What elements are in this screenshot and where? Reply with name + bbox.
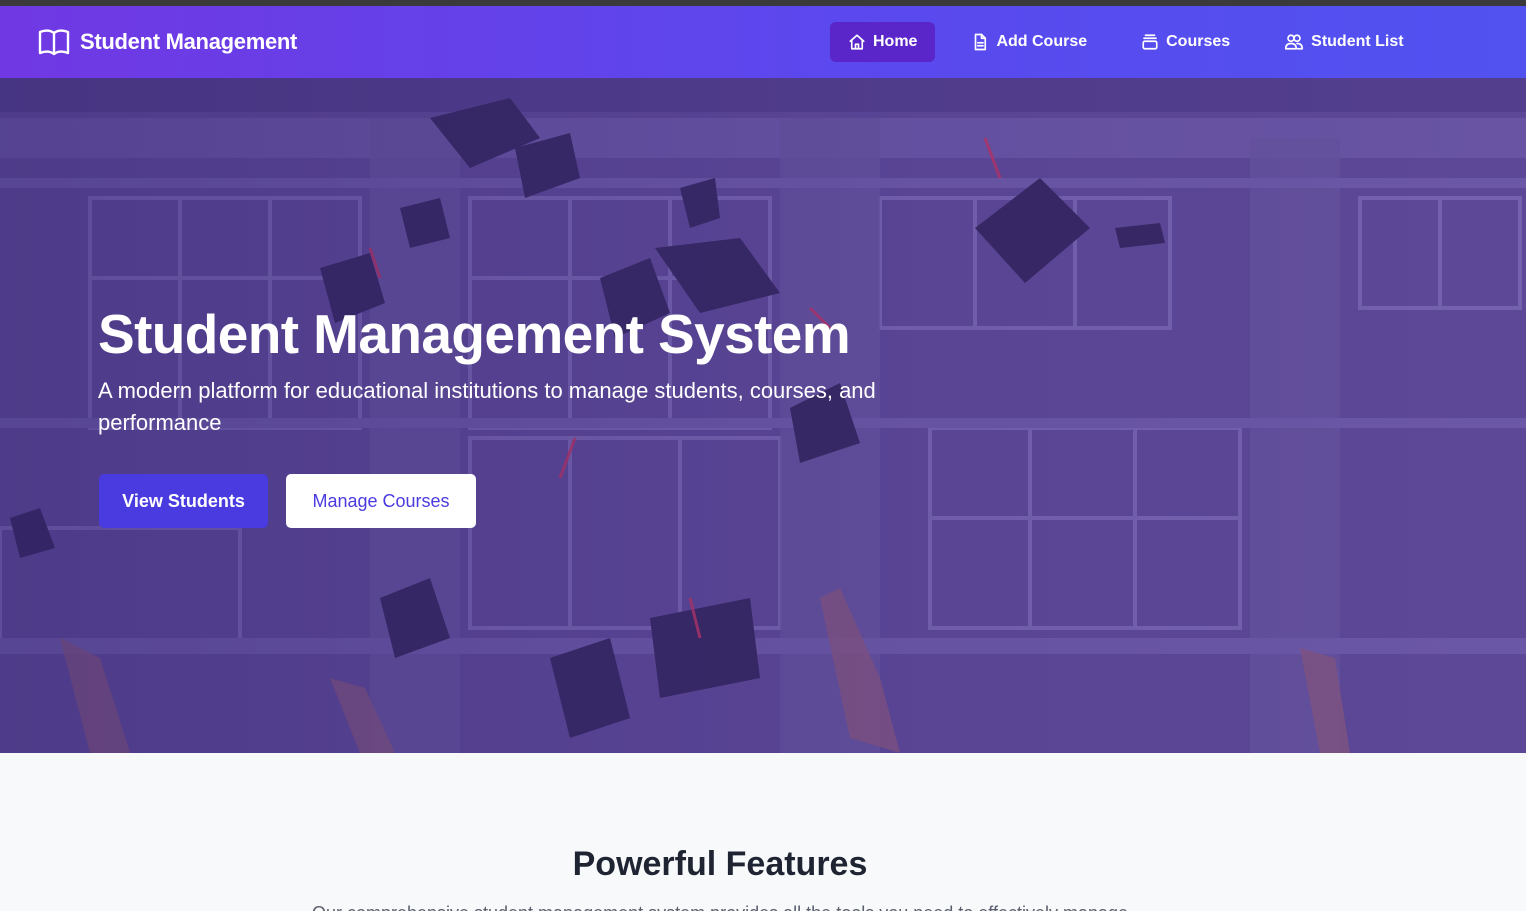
users-icon (1284, 33, 1304, 51)
brand-title: Student Management (80, 29, 298, 54)
manage-courses-button[interactable]: Manage Courses (286, 474, 476, 528)
nav-add-course[interactable]: Add Course (953, 22, 1105, 62)
nav-courses-label: Courses (1166, 33, 1231, 50)
features-subtitle: Our comprehensive student management sys… (0, 903, 1440, 911)
brand[interactable]: Student Management (38, 6, 297, 78)
nav-courses[interactable]: Courses (1123, 22, 1248, 62)
view-students-button[interactable]: View Students (99, 474, 268, 528)
hero-section: Student Management System A modern platf… (0, 78, 1526, 753)
features-title: Powerful Features (572, 845, 868, 883)
nav-home-label: Home (873, 33, 918, 50)
open-book-icon (38, 28, 70, 56)
main-nav: Home Add Course Courses Student List (830, 22, 1440, 62)
nav-student-list[interactable]: Student List (1266, 22, 1421, 62)
nav-home[interactable]: Home (830, 22, 936, 62)
hero-title: Student Management System (98, 303, 851, 365)
hero-subtitle: A modern platform for educational instit… (98, 378, 876, 435)
inbox-icon (1141, 33, 1159, 51)
nav-add-course-label: Add Course (996, 33, 1088, 50)
features-section: Powerful Features Our comprehensive stud… (0, 753, 1526, 911)
nav-student-list-label: Student List (1311, 33, 1404, 50)
document-icon (971, 33, 989, 51)
navbar: Student Management Home Add Course Cours… (0, 6, 1526, 78)
home-icon (848, 33, 866, 51)
